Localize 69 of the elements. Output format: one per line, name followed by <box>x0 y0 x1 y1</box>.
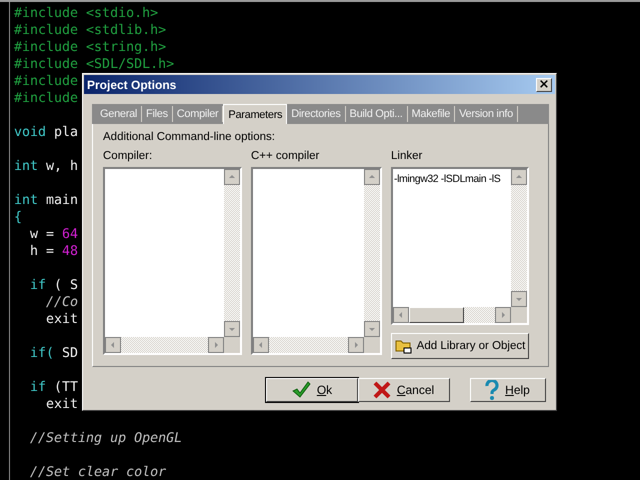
code-token: if <box>29 380 46 395</box>
scroll-thumb[interactable] <box>409 307 464 323</box>
text-list[interactable]: -lmingw32 -lSDLmain -lS <box>391 167 529 325</box>
scrollbar-corner <box>364 337 380 353</box>
code-token: w = <box>29 227 56 242</box>
code-token: #include <SDL/SDL.h> <box>14 57 174 72</box>
code-token: SD <box>61 346 78 361</box>
code-token: (TT <box>53 380 78 395</box>
list-label: C++ compiler <box>251 150 320 164</box>
vertical-scrollbar[interactable] <box>364 169 380 337</box>
dialog-button[interactable]: Help <box>470 378 546 402</box>
tab[interactable]: Parameters <box>223 104 288 124</box>
code-token: //Setting up OpenGL <box>29 431 182 446</box>
scroll-arrow-button[interactable] <box>253 337 269 353</box>
code-token: if( <box>29 346 54 361</box>
code-token: int <box>14 159 38 174</box>
cross-icon <box>372 381 391 399</box>
checkmark-icon <box>290 381 311 399</box>
code-token: //Set clear color <box>29 465 166 480</box>
list-label: Linker <box>391 150 424 164</box>
code-token: ( S <box>53 278 78 293</box>
scroll-arrow-button[interactable] <box>364 169 380 185</box>
dialog-button[interactable]: Cancel <box>358 378 450 402</box>
horizontal-scrollbar[interactable] <box>393 307 511 323</box>
code-token: 48 <box>62 244 78 259</box>
code-token: 64 <box>62 227 78 242</box>
scroll-arrow-button[interactable] <box>224 169 240 185</box>
code-token: exit <box>45 312 78 327</box>
code-token: #include <box>14 91 78 106</box>
code-token: main <box>45 193 78 208</box>
scroll-arrow-button[interactable] <box>208 337 224 353</box>
folder-icon <box>394 338 413 354</box>
code-token: if <box>29 278 46 293</box>
code-token: #include <box>14 74 78 89</box>
section-label: Additional Command-line options: <box>103 131 276 145</box>
code-token: #include <stdio.h> <box>14 6 158 21</box>
code-token: { <box>14 210 22 225</box>
close-button[interactable]: × <box>536 78 552 92</box>
scrollbar-corner <box>224 337 240 353</box>
text-list[interactable] <box>251 167 382 355</box>
code-token: #include <string.h> <box>14 40 166 55</box>
code-token: exit <box>45 397 78 412</box>
horizontal-scrollbar[interactable] <box>105 337 224 353</box>
scroll-arrow-button[interactable] <box>393 307 409 323</box>
code-token: h = <box>29 244 56 259</box>
window-title: Project Options <box>87 78 176 92</box>
text-list[interactable] <box>103 167 242 355</box>
code-token: //Co <box>45 295 78 310</box>
scroll-arrow-button[interactable] <box>105 337 121 353</box>
scroll-arrow-button[interactable] <box>348 337 364 353</box>
scroll-arrow-button[interactable] <box>511 291 527 307</box>
vertical-scrollbar[interactable] <box>224 169 240 337</box>
scrollbar-corner <box>511 307 527 323</box>
add-library-button[interactable]: Add Library or Object <box>391 333 529 359</box>
scroll-arrow-button[interactable] <box>224 321 240 337</box>
horizontal-scrollbar[interactable] <box>253 337 364 353</box>
code-token: pla <box>53 125 78 140</box>
code-token: #include <stdlib.h> <box>14 23 166 38</box>
code-token: w, h <box>45 159 78 174</box>
vertical-scrollbar[interactable] <box>511 169 527 307</box>
list-label: Compiler: <box>103 150 154 164</box>
scroll-arrow-button[interactable] <box>511 169 527 185</box>
scroll-arrow-button[interactable] <box>495 307 511 323</box>
question-mark-icon <box>485 380 500 400</box>
code-token: int <box>14 193 38 208</box>
scroll-arrow-button[interactable] <box>364 321 380 337</box>
code-token: void <box>14 125 46 140</box>
dialog-button[interactable]: Ok <box>266 378 358 402</box>
list-text: -lmingw32 -lSDLmain -lS <box>394 173 500 185</box>
